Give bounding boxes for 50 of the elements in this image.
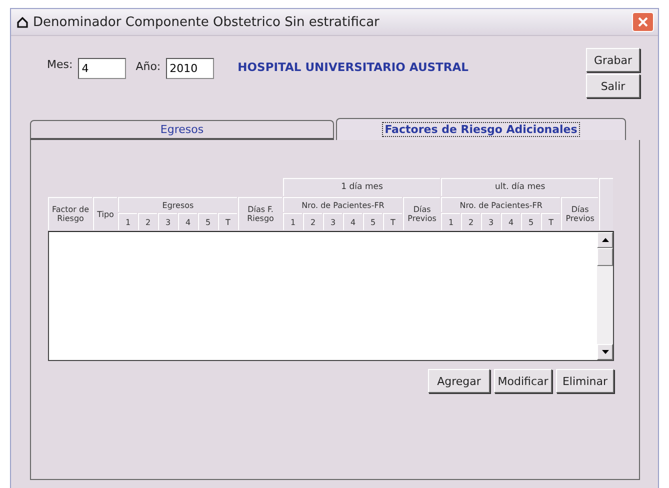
- list-action-button[interactable]: Agregar: [428, 369, 490, 393]
- column-header: Factor de Riesgo: [48, 197, 92, 230]
- close-icon: [638, 17, 648, 27]
- column-group-header: Egresos: [118, 197, 237, 212]
- column-header: T: [383, 213, 402, 230]
- column-header: 5: [521, 213, 540, 230]
- column-header: Tipo: [93, 197, 117, 230]
- column-header: 1: [118, 213, 137, 230]
- column-header: Días F. Riesgo: [238, 197, 282, 230]
- column-header: 4: [501, 213, 520, 230]
- house-icon: [17, 16, 28, 28]
- action-button[interactable]: Grabar: [586, 48, 640, 72]
- list-action-button[interactable]: Modificar: [494, 369, 552, 393]
- year-label: Año:: [136, 60, 161, 73]
- column-group-header: 1 día mes: [283, 178, 440, 196]
- column-header: 2: [461, 213, 480, 230]
- month-label: Mes:: [47, 58, 73, 71]
- column-header: 3: [481, 213, 500, 230]
- column-group-header: Nro. de Pacientes-FR: [441, 197, 560, 212]
- column-group-header: ult. día mes: [441, 178, 598, 196]
- month-field[interactable]: 4: [78, 58, 126, 79]
- column-header: 5: [198, 213, 217, 230]
- action-button[interactable]: Salir: [586, 74, 640, 98]
- column-header: Días Previos: [403, 197, 440, 230]
- column-header: 4: [178, 213, 197, 230]
- tab[interactable]: Factores de Riesgo Adicionales: [336, 118, 626, 140]
- close-button[interactable]: [632, 12, 654, 32]
- column-group-header: Nro. de Pacientes-FR: [283, 197, 402, 212]
- tab[interactable]: Egresos: [30, 120, 334, 140]
- data-grid[interactable]: [48, 231, 614, 361]
- window-title: Denominador Componente Obstetrico Sin estratificar: [33, 14, 380, 30]
- column-header: 3: [323, 213, 342, 230]
- column-header: 1: [283, 213, 302, 230]
- column-header: Días Previos: [561, 197, 598, 230]
- scrollbar[interactable]: [597, 232, 613, 360]
- column-header: T: [218, 213, 237, 230]
- column-header: 3: [158, 213, 177, 230]
- column-header: T: [541, 213, 560, 230]
- column-header: 1: [441, 213, 460, 230]
- scroll-down-icon[interactable]: [602, 350, 608, 354]
- year-field[interactable]: 2010: [166, 58, 214, 79]
- column-header: 5: [363, 213, 382, 230]
- scroll-up-icon[interactable]: [602, 238, 608, 242]
- hospital-name: HOSPITAL UNIVERSITARIO AUSTRAL: [238, 60, 470, 74]
- column-header: 4: [343, 213, 362, 230]
- column-header: 2: [138, 213, 157, 230]
- column-header: [599, 178, 614, 230]
- column-header: 2: [303, 213, 322, 230]
- scroll-thumb[interactable]: [597, 248, 613, 266]
- list-action-button[interactable]: Eliminar: [556, 369, 614, 393]
